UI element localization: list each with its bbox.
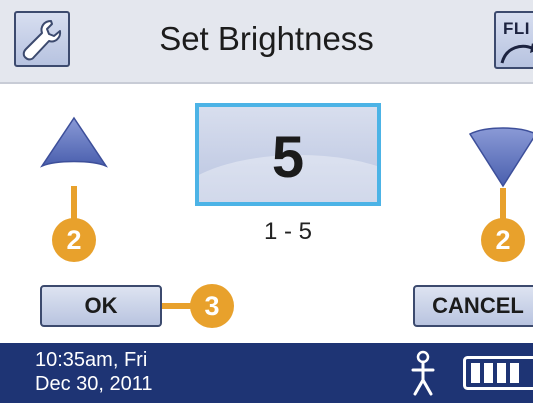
callout-badge-down: 2 — [481, 218, 525, 262]
brightness-value-box: 5 — [195, 103, 381, 206]
ok-button[interactable]: OK — [40, 285, 162, 327]
flight-arc-icon — [500, 43, 533, 64]
status-date: Dec 30, 2011 — [35, 373, 153, 395]
callout-badge-up: 2 — [52, 218, 96, 262]
person-icon — [411, 350, 435, 396]
page-title: Set Brightness — [159, 20, 374, 57]
flight-mode-button[interactable]: FLI — [494, 11, 533, 69]
cancel-button[interactable]: CANCEL — [413, 285, 533, 327]
brightness-value: 5 — [271, 125, 305, 190]
battery-icon — [463, 356, 533, 390]
header-divider — [0, 82, 533, 84]
callout-badge-ok: 3 — [190, 284, 234, 328]
brightness-range: 1 - 5 — [263, 218, 313, 245]
down-arrow-icon[interactable] — [468, 118, 533, 188]
up-arrow-icon[interactable] — [40, 116, 108, 186]
status-time: 10:35am, Fri — [35, 349, 148, 371]
set-brightness-screen: Set Brightness FLI 5 1 - 5 2 2 3 OK CANC… — [0, 0, 533, 403]
